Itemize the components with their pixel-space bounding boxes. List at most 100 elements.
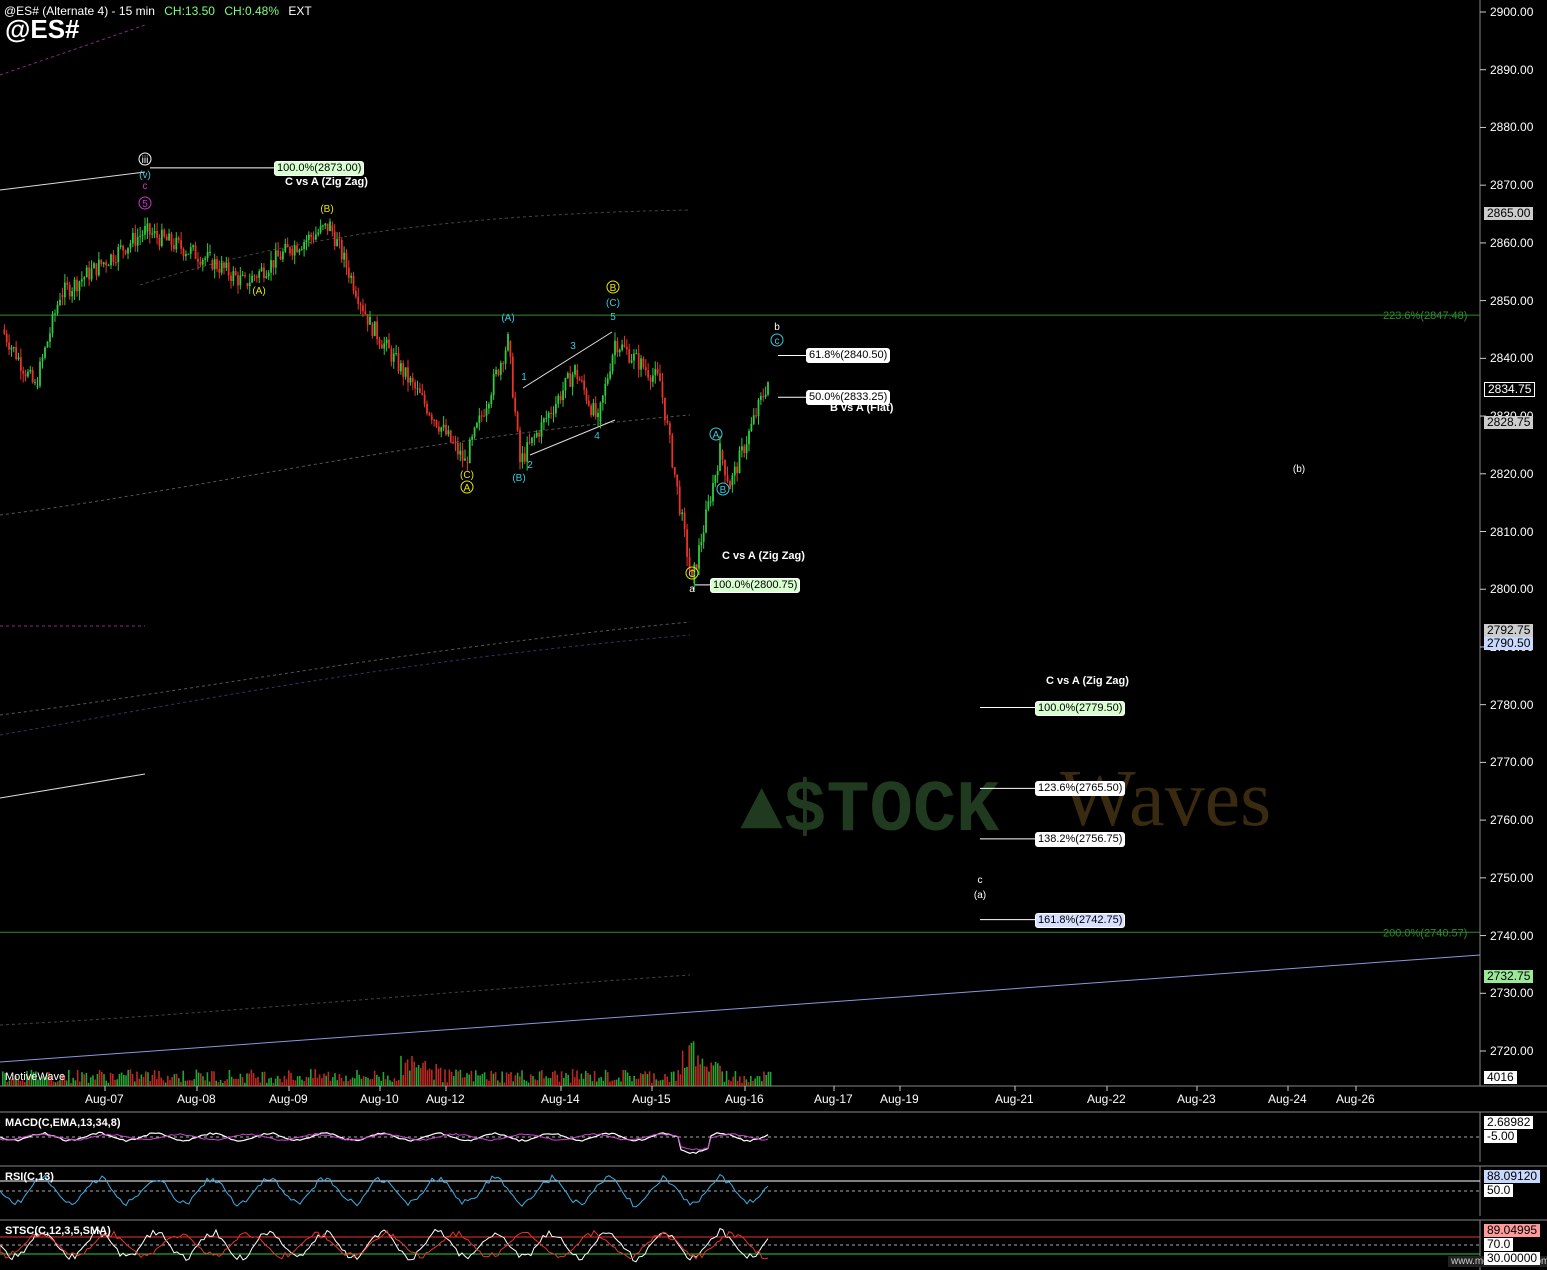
projection-title: B vs A (Flat) — [830, 402, 894, 414]
price-candle — [177, 237, 180, 241]
volume-bar — [255, 1078, 257, 1086]
volume-bar — [600, 1076, 602, 1086]
projection-title: C vs A (Zig Zag) — [722, 550, 805, 562]
price-candle — [110, 254, 112, 266]
price-candle — [314, 234, 317, 240]
price-candle — [255, 276, 258, 278]
volume-bar — [378, 1076, 380, 1086]
volume-bar — [501, 1071, 503, 1086]
volume-bar — [219, 1079, 222, 1086]
x-tick-label: Aug-15 — [632, 1092, 671, 1106]
price-candle — [329, 221, 331, 231]
x-tick-label: Aug-23 — [1177, 1092, 1216, 1106]
price-candle — [359, 304, 362, 306]
price-tag: 2834.75 — [1484, 381, 1536, 397]
price-candle — [380, 344, 383, 349]
x-tick-label: Aug-10 — [360, 1092, 399, 1106]
price-candle — [362, 305, 364, 312]
price-candle — [592, 402, 595, 415]
price-candle — [750, 423, 753, 431]
volume-bar — [136, 1071, 138, 1086]
volume-bar — [109, 1072, 112, 1086]
volume-bar — [250, 1069, 253, 1086]
price-candle — [364, 311, 367, 315]
volume-bar — [593, 1071, 596, 1086]
volume-bar — [437, 1068, 440, 1086]
volume-bar — [560, 1071, 563, 1086]
volume-bar — [743, 1076, 745, 1086]
price-candle — [350, 275, 353, 278]
price-candle — [324, 223, 327, 226]
price-candle — [654, 369, 657, 376]
volume-bar — [259, 1082, 261, 1086]
volume-bar — [637, 1078, 640, 1086]
volume-bar — [310, 1069, 312, 1086]
volume-bar — [549, 1077, 552, 1086]
volume-bar — [266, 1082, 268, 1086]
price-candle — [480, 415, 483, 417]
volume-bar — [285, 1079, 288, 1086]
price-candle — [270, 260, 272, 273]
volume-bar — [116, 1079, 118, 1086]
volume-bar — [321, 1078, 323, 1086]
price-candle — [66, 282, 69, 285]
y-tick-label: 2760.00 — [1490, 813, 1534, 828]
volume-bar — [208, 1081, 211, 1086]
price-candle — [428, 413, 431, 416]
price-candle — [445, 424, 447, 435]
chart-root: ▲$TOCK Waves 223.6%(2847.48) 200.0%(2740.57… — [0, 0, 1547, 1270]
price-candle — [659, 373, 661, 382]
price-candle — [609, 371, 612, 379]
price-candle — [225, 262, 228, 268]
price-candle — [105, 262, 108, 266]
volume-bar — [622, 1069, 624, 1086]
price-candle — [519, 430, 521, 463]
volume-bar — [94, 1079, 96, 1086]
volume-bar — [626, 1072, 629, 1086]
volume-bar — [602, 1080, 605, 1086]
price-candle — [616, 341, 619, 353]
motivewave-label: MotiveWave — [5, 1071, 66, 1083]
price-candle — [668, 423, 671, 436]
price-candle — [158, 237, 161, 247]
volume-bar — [118, 1073, 121, 1086]
volume-bar — [336, 1080, 338, 1086]
volume-bar — [510, 1072, 512, 1086]
price-candle — [705, 509, 707, 533]
volume-bar — [466, 1073, 468, 1086]
volume-bar — [492, 1073, 495, 1086]
price-candle — [421, 392, 424, 395]
volume-bar — [68, 1069, 70, 1086]
volume-bar — [494, 1072, 497, 1086]
price-candle — [88, 267, 91, 280]
price-candle — [216, 259, 218, 269]
price-candle — [146, 223, 149, 232]
volume-bar — [741, 1082, 743, 1086]
wave-label: A — [713, 430, 720, 441]
fib-level-box: 100.0%(2779.50) — [1035, 700, 1126, 716]
volume-bar — [175, 1073, 178, 1086]
price-candle — [673, 467, 676, 475]
x-tick-label: Aug-22 — [1087, 1092, 1126, 1106]
price-candle — [569, 373, 572, 387]
volume-bar — [483, 1072, 486, 1086]
volume-bar — [435, 1064, 437, 1086]
price-candle — [545, 417, 548, 419]
price-candle — [564, 377, 567, 391]
volume-bar — [769, 1071, 772, 1086]
price-candle — [671, 435, 674, 468]
wave-label: (B) — [320, 204, 333, 215]
price-candle — [550, 412, 552, 414]
volume-bar — [648, 1071, 651, 1086]
price-candle — [107, 265, 110, 267]
price-candle — [156, 230, 158, 238]
price-candle — [122, 245, 125, 251]
volume-bar — [345, 1075, 347, 1086]
volume-bar — [400, 1055, 402, 1086]
price-candle — [199, 261, 202, 265]
price-candle — [492, 374, 495, 396]
price-candle — [36, 385, 39, 388]
price-candle — [34, 382, 36, 384]
price-candle — [24, 373, 27, 377]
volume-bar — [248, 1073, 250, 1086]
